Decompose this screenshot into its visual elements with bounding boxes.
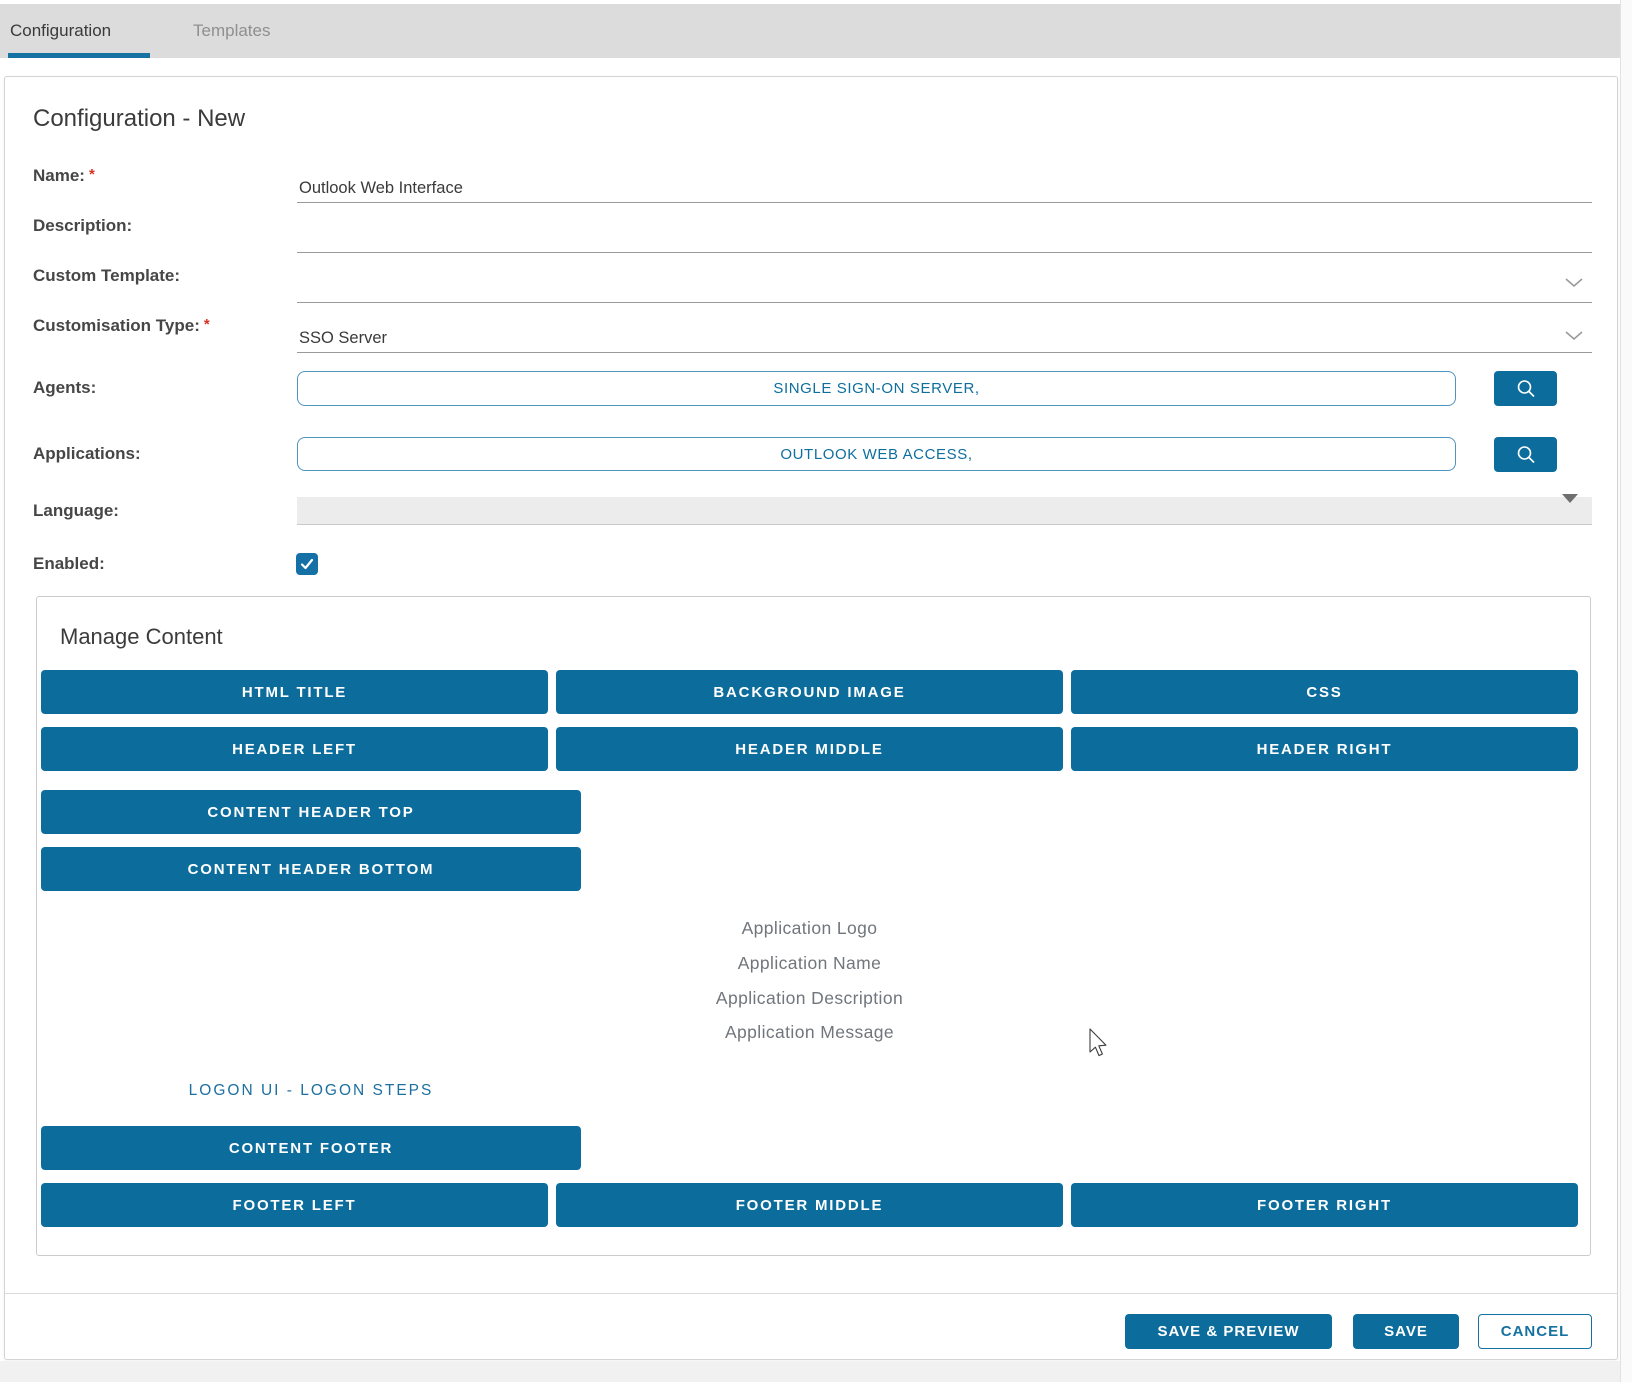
html-title-button[interactable]: HTML TITLE bbox=[41, 670, 548, 714]
manage-content-title: Manage Content bbox=[60, 624, 223, 650]
cancel-button[interactable]: CANCEL bbox=[1478, 1314, 1592, 1349]
name-input[interactable] bbox=[299, 179, 1539, 198]
tab-configuration[interactable]: Configuration bbox=[10, 4, 111, 58]
description-field-wrap bbox=[297, 210, 1592, 253]
applications-field[interactable]: OUTLOOK WEB ACCESS, bbox=[297, 437, 1456, 471]
page: Configuration Templates Configuration - … bbox=[0, 0, 1632, 1382]
language-select bbox=[297, 497, 1592, 525]
description-input[interactable] bbox=[299, 229, 1539, 248]
content-header-bottom-button[interactable]: CONTENT HEADER BOTTOM bbox=[41, 847, 581, 891]
header-middle-button[interactable]: HEADER MIDDLE bbox=[556, 727, 1063, 771]
application-message-placeholder: Application Message bbox=[41, 1022, 1578, 1046]
chevron-down-icon[interactable] bbox=[1565, 277, 1583, 287]
footer-divider bbox=[5, 1293, 1617, 1294]
footer-middle-button[interactable]: FOOTER MIDDLE bbox=[556, 1183, 1063, 1227]
search-icon bbox=[1515, 444, 1537, 466]
required-asterisk: * bbox=[89, 166, 95, 183]
footer-left-button[interactable]: FOOTER LEFT bbox=[41, 1183, 548, 1227]
custom-template-input[interactable] bbox=[299, 279, 1539, 298]
language-label: Language: bbox=[33, 501, 119, 521]
header-right-button[interactable]: HEADER RIGHT bbox=[1071, 727, 1578, 771]
required-asterisk: * bbox=[204, 316, 210, 333]
name-field-wrap bbox=[297, 160, 1592, 203]
logon-ui-logon-steps-link[interactable]: LOGON UI - LOGON STEPS bbox=[41, 1082, 581, 1100]
agents-search-button[interactable] bbox=[1494, 371, 1557, 406]
header-left-button[interactable]: HEADER LEFT bbox=[41, 727, 548, 771]
agents-field[interactable]: SINGLE SIGN-ON SERVER, bbox=[297, 371, 1456, 406]
save-button[interactable]: SAVE bbox=[1353, 1314, 1459, 1349]
manage-content-row-2: HEADER LEFT HEADER MIDDLE HEADER RIGHT bbox=[41, 727, 1578, 771]
content-header-top-button[interactable]: CONTENT HEADER TOP bbox=[41, 790, 581, 834]
active-tab-indicator bbox=[8, 53, 150, 58]
tab-templates[interactable]: Templates bbox=[193, 4, 270, 58]
checkmark-icon bbox=[299, 556, 315, 572]
custom-template-field-wrap bbox=[297, 260, 1592, 303]
page-title: Configuration - New bbox=[33, 105, 245, 133]
search-icon bbox=[1515, 378, 1537, 400]
background-image-button[interactable]: BACKGROUND IMAGE bbox=[556, 670, 1063, 714]
enabled-label: Enabled: bbox=[33, 554, 105, 574]
manage-content-footer-row: FOOTER LEFT FOOTER MIDDLE FOOTER RIGHT bbox=[41, 1183, 1578, 1227]
description-label: Description: bbox=[33, 216, 132, 236]
customisation-type-label: Customisation Type:* bbox=[33, 316, 210, 336]
application-name-placeholder: Application Name bbox=[41, 953, 1578, 977]
scrollbar-track[interactable] bbox=[1620, 0, 1632, 1382]
custom-template-label: Custom Template: bbox=[33, 266, 180, 286]
css-button[interactable]: CSS bbox=[1071, 670, 1578, 714]
manage-content-row-1: HTML TITLE BACKGROUND IMAGE CSS bbox=[41, 670, 1578, 714]
page-bottom-background bbox=[0, 1361, 1620, 1382]
save-and-preview-button[interactable]: SAVE & PREVIEW bbox=[1125, 1314, 1332, 1349]
applications-label: Applications: bbox=[33, 444, 141, 464]
tab-bar: Configuration Templates bbox=[0, 4, 1620, 58]
chevron-down-icon[interactable] bbox=[1565, 330, 1583, 340]
applications-search-button[interactable] bbox=[1494, 437, 1557, 472]
agents-label: Agents: bbox=[33, 378, 96, 398]
customisation-type-input[interactable] bbox=[299, 329, 1539, 348]
content-footer-button[interactable]: CONTENT FOOTER bbox=[41, 1126, 581, 1170]
application-logo-placeholder: Application Logo bbox=[41, 918, 1578, 942]
footer-right-button[interactable]: FOOTER RIGHT bbox=[1071, 1183, 1578, 1227]
name-label: Name:* bbox=[33, 166, 95, 186]
application-description-placeholder: Application Description bbox=[41, 988, 1578, 1012]
enabled-checkbox[interactable] bbox=[296, 553, 318, 575]
customisation-type-field-wrap bbox=[297, 310, 1592, 353]
dropdown-arrow-icon[interactable] bbox=[1562, 494, 1578, 503]
